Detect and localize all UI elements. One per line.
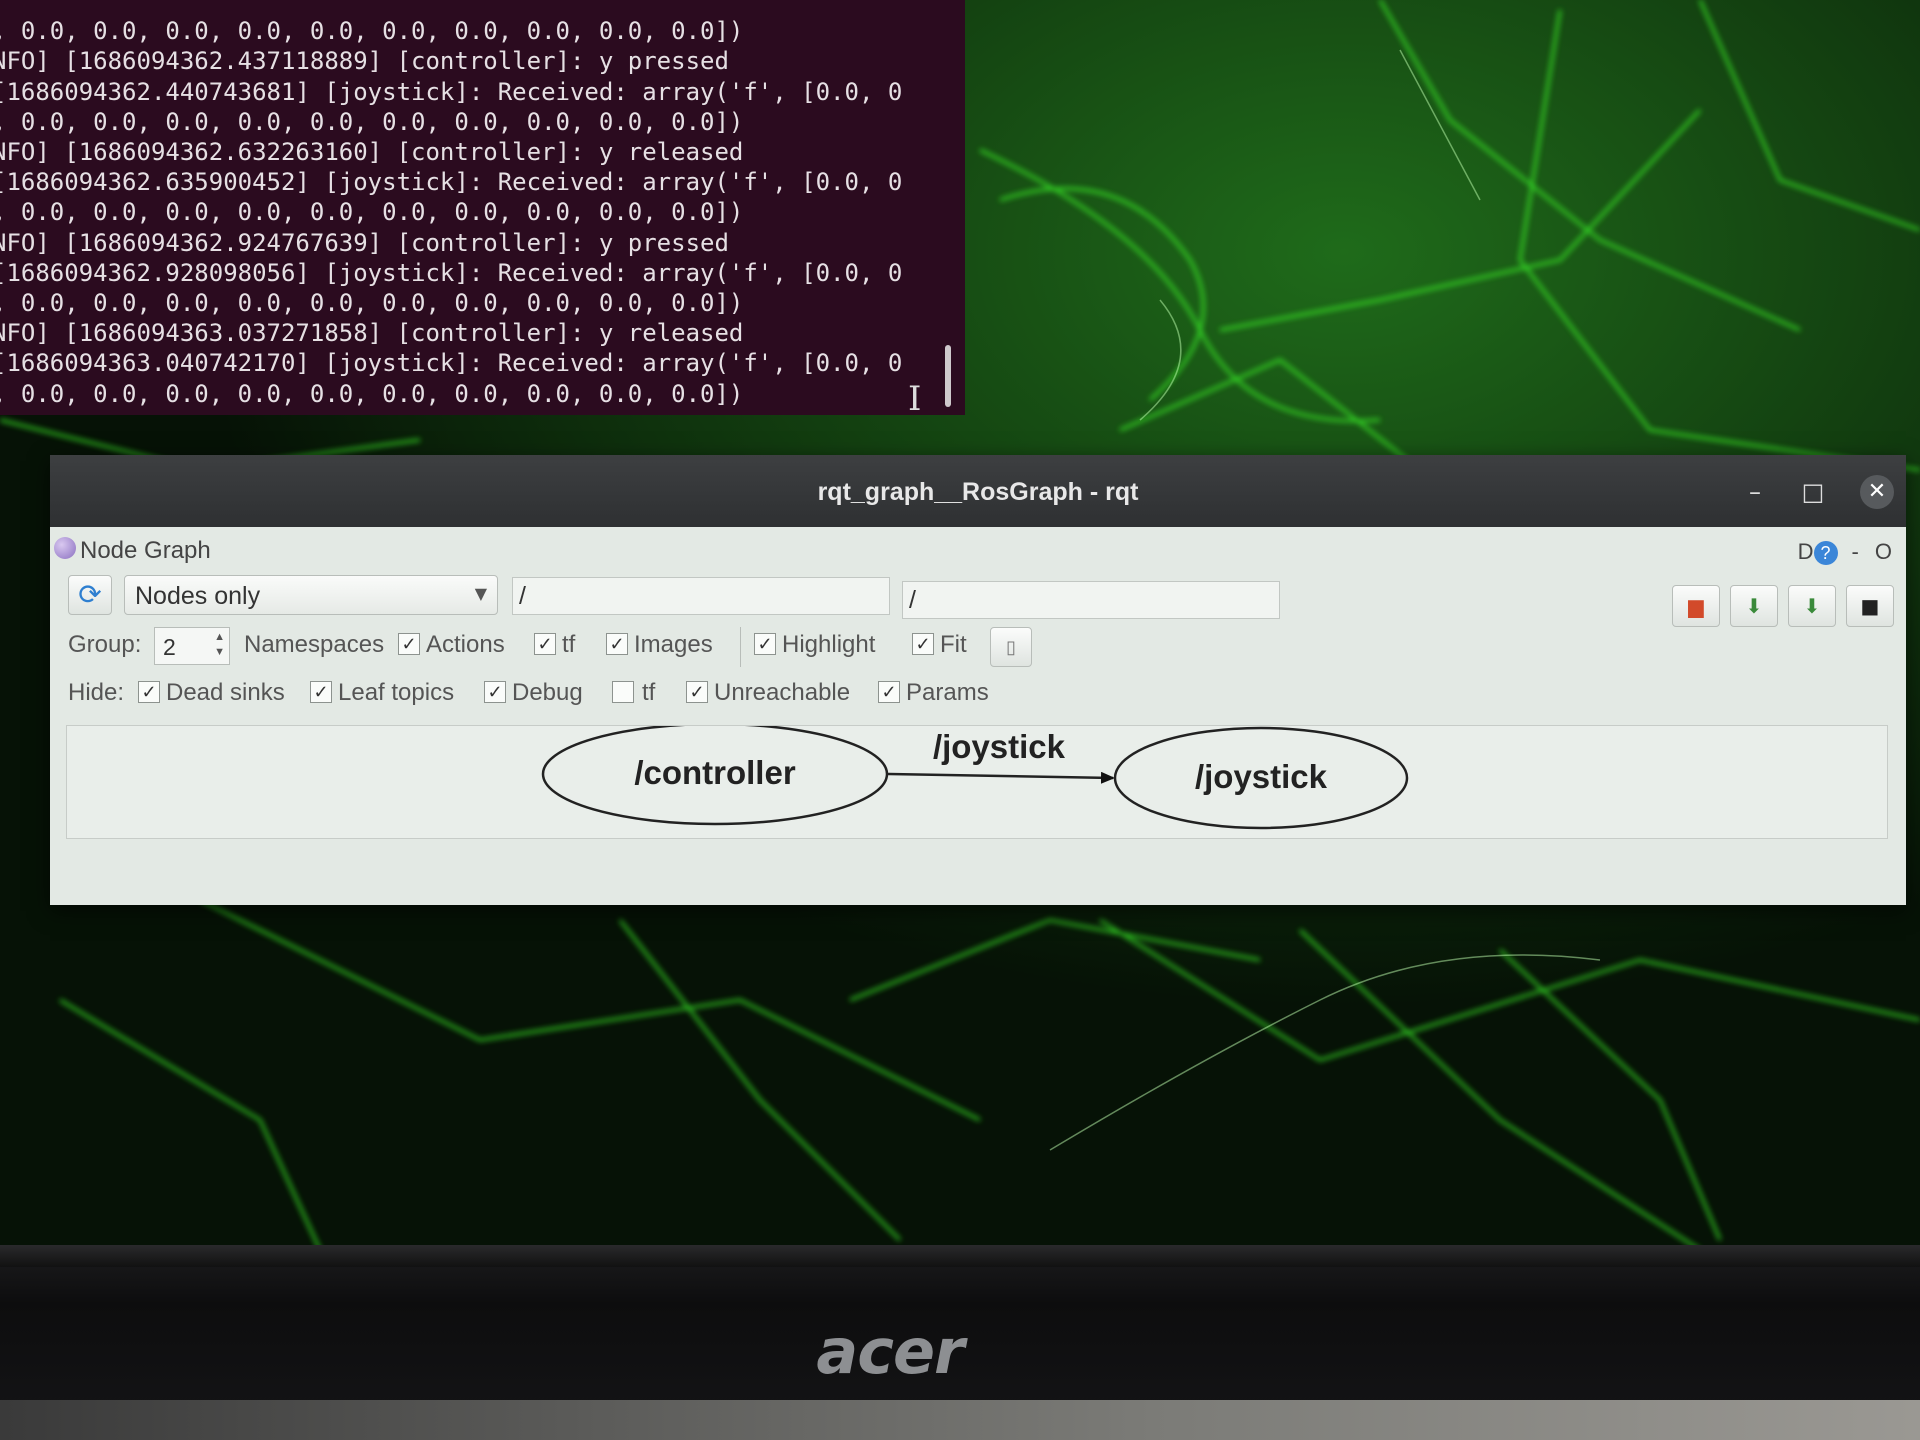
fit-label: Fit xyxy=(940,631,967,658)
terminal-line: , 0.0, 0.0, 0.0, 0.0, 0.0, 0.0, 0.0, 0.0… xyxy=(0,198,744,227)
load-dot-icon[interactable]: ▆ xyxy=(1672,585,1720,627)
graph-edge-label: /joystick xyxy=(933,728,1066,765)
spin-arrows-icon[interactable]: ▲ ▼ xyxy=(214,630,225,660)
terminal-line: NFO] [1686094362.437118889] [controller]… xyxy=(0,47,729,76)
window-title: rqt_graph__RosGraph - rqt xyxy=(817,478,1139,506)
graph-mode-value: Nodes only xyxy=(135,582,261,610)
fit-checkbox[interactable]: ✓ xyxy=(912,633,934,655)
graph-canvas[interactable]: /controller /joystick /joystick xyxy=(66,725,1888,839)
save-svg-icon[interactable]: ⬇ xyxy=(1788,585,1836,627)
refresh-icon[interactable]: ⟳ xyxy=(68,575,112,615)
namespaces-label: Namespaces xyxy=(244,631,385,658)
save-image-icon[interactable]: ■ xyxy=(1846,585,1894,627)
unreachable-checkbox[interactable]: ✓ xyxy=(686,681,708,703)
namespaces-checkbox[interactable]: ✓ xyxy=(398,633,420,655)
terminal-window[interactable]: , 0.0, 0.0, 0.0, 0.0, 0.0, 0.0, 0.0, 0.0… xyxy=(0,0,965,415)
rqt-plugin-icon xyxy=(54,537,76,559)
ros-graph: /controller /joystick /joystick xyxy=(541,726,1409,830)
graph-node-label: /joystick xyxy=(1195,758,1328,795)
plugin-header-controls: D? - O xyxy=(1798,539,1892,565)
plugin-header: Node Graph D? - O xyxy=(50,527,1906,571)
close-button[interactable]: ✕ xyxy=(1860,475,1894,509)
tf-checkbox[interactable]: ✓ xyxy=(534,633,556,655)
minimize-button[interactable]: – xyxy=(1738,475,1772,509)
monitor-bezel: acer xyxy=(0,1245,1920,1440)
hide-options-row: Hide: ✓ Dead sinks ✓ Leaf topics ✓ Debug… xyxy=(50,673,1906,713)
debug-label: Debug xyxy=(512,679,583,706)
terminal-line: , 0.0, 0.0, 0.0, 0.0, 0.0, 0.0, 0.0, 0.0… xyxy=(0,379,744,408)
hide-tf-checkbox[interactable] xyxy=(612,681,634,703)
group-value: 2 xyxy=(163,634,176,660)
terminal-line: NFO] [1686094362.924767639] [controller]… xyxy=(0,228,729,257)
tf-label: tf xyxy=(562,631,576,658)
dock-button[interactable]: D xyxy=(1798,539,1814,564)
dead-sinks-checkbox[interactable]: ✓ xyxy=(138,681,160,703)
debug-checkbox[interactable]: ✓ xyxy=(484,681,506,703)
group-label: Group: xyxy=(68,631,142,658)
hide-tf-label: tf xyxy=(642,679,656,706)
text-cursor-icon: I xyxy=(908,379,922,415)
desk-surface xyxy=(0,1400,1920,1440)
leaf-topics-label: Leaf topics xyxy=(338,679,455,706)
terminal-line: NFO] [1686094363.037271858] [controller]… xyxy=(0,319,744,348)
rqt-window[interactable]: rqt_graph__RosGraph - rqt – □ ✕ Node Gra… xyxy=(50,455,1906,905)
terminal-line: [1686094363.040742170] [joystick]: Recei… xyxy=(0,349,903,378)
window-titlebar[interactable]: rqt_graph__RosGraph - rqt – □ ✕ xyxy=(50,455,1906,527)
unreachable-label: Unreachable xyxy=(714,679,851,706)
namespace-filter-input[interactable]: / xyxy=(512,577,890,615)
group-options-row: Group: 2 ▲ ▼ Namespaces ✓ Actions ✓ tf ✓ … xyxy=(50,625,1906,667)
graph-edge[interactable] xyxy=(886,771,1115,784)
fit-in-view-icon[interactable]: ▯ xyxy=(990,627,1032,667)
terminal-line: , 0.0, 0.0, 0.0, 0.0, 0.0, 0.0, 0.0, 0.0… xyxy=(0,107,744,136)
group-spinbox[interactable]: 2 ▲ ▼ xyxy=(154,627,230,665)
terminal-line: , 0.0, 0.0, 0.0, 0.0, 0.0, 0.0, 0.0, 0.0… xyxy=(0,289,744,318)
monitor-brand-logo: acer xyxy=(816,1315,964,1388)
hide-label: Hide: xyxy=(68,679,125,706)
images-label: Images xyxy=(634,631,713,658)
maximize-button[interactable]: □ xyxy=(1796,475,1830,509)
plugin-title: Node Graph xyxy=(80,537,211,564)
terminal-line: NFO] [1686094362.632263160] [controller]… xyxy=(0,138,744,167)
terminal-line: [1686094362.635900452] [joystick]: Recei… xyxy=(0,168,903,197)
leaf-topics-checkbox[interactable]: ✓ xyxy=(310,681,332,703)
terminal-output: , 0.0, 0.0, 0.0, 0.0, 0.0, 0.0, 0.0, 0.0… xyxy=(0,0,902,409)
dead-sinks-label: Dead sinks xyxy=(166,679,285,706)
help-icon[interactable]: ? xyxy=(1813,541,1838,565)
graph-node-label: /controller xyxy=(634,754,796,791)
terminal-line: [1686094362.928098056] [joystick]: Recei… xyxy=(0,258,903,287)
images-checkbox[interactable]: ✓ xyxy=(606,633,628,655)
terminal-line: , 0.0, 0.0, 0.0, 0.0, 0.0, 0.0, 0.0, 0.0… xyxy=(0,17,744,46)
close-plugin-button[interactable]: O xyxy=(1875,539,1892,564)
terminal-line: [1686094362.440743681] [joystick]: Recei… xyxy=(0,77,903,106)
terminal-scrollbar[interactable] xyxy=(945,345,951,407)
minimize-plugin-button[interactable]: - xyxy=(1852,539,1859,564)
bezel-edge xyxy=(0,1245,1920,1267)
save-dot-icon[interactable]: ⬇ xyxy=(1730,585,1778,627)
chevron-down-icon: ▼ xyxy=(474,584,487,603)
toolbar-separator xyxy=(740,627,741,667)
graph-mode-dropdown[interactable]: Nodes only ▼ xyxy=(124,575,498,615)
actions-label: Actions xyxy=(426,631,505,658)
topic-filter-input[interactable]: / xyxy=(902,581,1280,619)
highlight-label: Highlight xyxy=(782,631,876,658)
params-label: Params xyxy=(906,679,989,706)
params-checkbox[interactable]: ✓ xyxy=(878,681,900,703)
highlight-checkbox[interactable]: ✓ xyxy=(754,633,776,655)
graph-toolbar: ⟳ Nodes only ▼ / / ▆ ⬇ ⬇ ■ xyxy=(50,573,1906,627)
